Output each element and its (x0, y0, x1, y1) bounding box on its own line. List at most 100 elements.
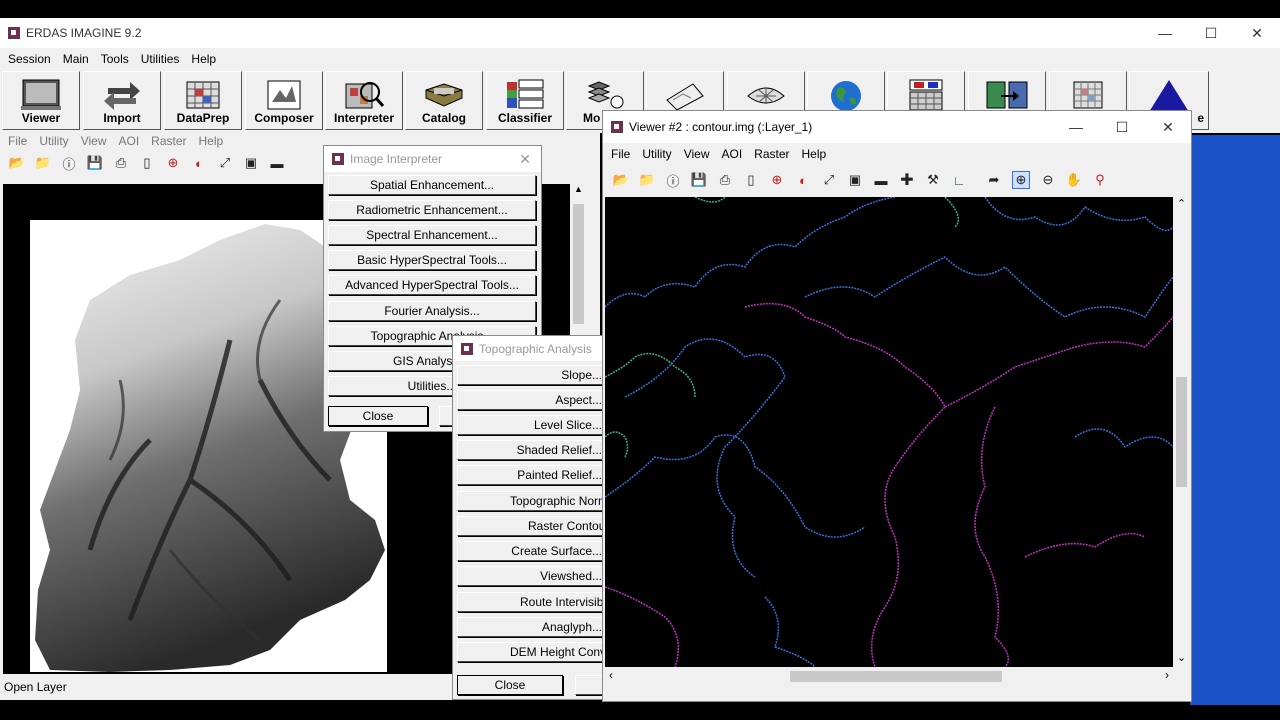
pan-hand-icon[interactable]: ✋ (1066, 172, 1082, 188)
image-interpreter-close-icon[interactable]: ✕ (519, 151, 531, 168)
save-icon[interactable]: 💾 (691, 172, 707, 188)
measure-icon[interactable]: ▬ (269, 155, 285, 171)
info-icon[interactable]: ⓘ (665, 172, 681, 189)
catalog-button[interactable]: Catalog (405, 71, 483, 130)
basic-hyperspectral-button[interactable]: Basic HyperSpectral Tools... (328, 250, 536, 270)
scroll-up-icon[interactable]: ⌃ (1173, 197, 1190, 213)
contour-line-blue-7 (764, 596, 816, 667)
viewer1-menu-aoi[interactable]: AOI (112, 134, 145, 148)
viewer1-menu-file[interactable]: File (2, 134, 33, 148)
viewer1-menu-utility[interactable]: Utility (33, 134, 74, 148)
hammer-icon[interactable]: ⚒ (925, 172, 941, 188)
raster-contour-button[interactable]: Raster Contour... (457, 516, 607, 536)
magnifier-icon[interactable]: ⚲ (1092, 172, 1108, 188)
image-interpreter-close-button[interactable]: Close (328, 406, 428, 426)
composer-button[interactable]: Composer (245, 71, 323, 130)
viewer2-canvas[interactable] (605, 197, 1173, 667)
zoom-in-arrows-icon[interactable]: ⤢ (217, 155, 233, 171)
crosshair-circle-icon[interactable]: ⊕ (165, 155, 181, 171)
viewer2-vscroll-thumb[interactable] (1176, 377, 1187, 487)
viewer2-menu-file[interactable]: File (605, 147, 636, 161)
viewer2-close-icon[interactable]: ✕ (1145, 111, 1191, 143)
viewer2-menu-view[interactable]: View (678, 147, 716, 161)
interpreter-icon (345, 82, 385, 109)
zoom-in-arrows-icon[interactable]: ⤢ (821, 172, 837, 188)
fit-window-icon[interactable]: ▣ (243, 155, 259, 171)
info-icon[interactable]: ⓘ (61, 155, 77, 172)
viewer-button[interactable]: Viewer (2, 71, 80, 130)
zoom-in-icon[interactable]: ⊕ (1012, 171, 1030, 189)
painted-relief-button[interactable]: Painted Relief... (457, 465, 607, 485)
print-icon[interactable]: ⎙ (717, 172, 733, 188)
spatial-enhancement-button[interactable]: Spatial Enhancement... (328, 175, 536, 195)
open-catalog-icon[interactable]: 📁 (639, 172, 655, 188)
topographic-analysis-app-icon (461, 342, 473, 355)
menu-utilities[interactable]: Utilities (135, 52, 186, 66)
viewer2-menu-utility[interactable]: Utility (636, 147, 677, 161)
topographic-normalize-button[interactable]: Topographic Normalize... (457, 491, 607, 511)
menu-tools[interactable]: Tools (95, 52, 135, 66)
topographic-analysis-close-button[interactable]: Close (457, 675, 563, 695)
select-arrow-icon[interactable]: ➦ (986, 172, 1002, 188)
viewer2-titlebar[interactable]: Viewer #2 : contour.img (:Layer_1) — ☐ ✕ (603, 111, 1191, 143)
fit-window-icon[interactable]: ▣ (847, 172, 863, 188)
scroll-up-icon[interactable]: ▲ (570, 184, 587, 200)
paint-icon[interactable]: ◐ (795, 172, 811, 188)
print-icon[interactable]: ⎙ (113, 155, 129, 171)
fourier-analysis-button[interactable]: Fourier Analysis... (328, 301, 536, 321)
maximize-icon[interactable]: ☐ (1188, 18, 1234, 48)
minimize-icon[interactable]: — (1142, 18, 1188, 48)
zoom-out-icon[interactable]: ⊖ (1040, 172, 1056, 188)
interpreter-button[interactable]: Interpreter (325, 71, 403, 130)
close-icon[interactable]: ✕ (1234, 18, 1280, 48)
paint-icon[interactable]: ◐ (191, 155, 207, 171)
profile-icon[interactable]: ∟ (951, 172, 967, 188)
radiometric-enhancement-button[interactable]: Radiometric Enhancement... (328, 200, 536, 220)
menu-main[interactable]: Main (57, 52, 95, 66)
import-button[interactable]: Import (83, 71, 161, 130)
open-folder-icon[interactable]: 📂 (613, 172, 629, 188)
menu-session[interactable]: Session (2, 52, 57, 66)
dataprep-button[interactable]: DataPrep (164, 71, 242, 130)
scroll-left-icon[interactable]: ‹ (609, 668, 613, 682)
viewer2-toolbar: 📂 📁 ⓘ 💾 ⎙ ▯ ⊕ ◐ ⤢ ▣ ▬ ✚ ⚒ ∟ ➦ ⊕ ⊖ ✋ ⚲ (603, 165, 1191, 195)
measure-icon[interactable]: ▬ (873, 172, 889, 188)
image-interpreter-titlebar[interactable]: Image Interpreter ✕ (324, 146, 541, 172)
open-folder-icon[interactable]: 📂 (9, 155, 25, 171)
main-titlebar[interactable]: ERDAS IMAGINE 9.2 — ☐ ✕ (0, 18, 1280, 48)
viewer2-menu-aoi[interactable]: AOI (715, 147, 748, 161)
viewshed-button[interactable]: Viewshed... (457, 566, 607, 586)
viewer2-vertical-scrollbar[interactable]: ⌃ ⌄ (1173, 197, 1190, 667)
viewer1-menu-help[interactable]: Help (193, 134, 230, 148)
viewer2-menu-raster[interactable]: Raster (748, 147, 795, 161)
topographic-analysis-titlebar[interactable]: Topographic Analysis (453, 336, 606, 361)
viewer1-scroll-thumb[interactable] (573, 204, 584, 324)
level-slice-button[interactable]: Level Slice... (457, 415, 607, 435)
crosshair-circle-icon[interactable]: ⊕ (769, 172, 785, 188)
scroll-right-icon[interactable]: › (1165, 668, 1169, 682)
dem-height-converter-button[interactable]: DEM Height Converter... (457, 642, 607, 662)
create-surface-button[interactable]: Create Surface... (457, 541, 607, 561)
viewer2-horizontal-scrollbar[interactable]: ‹ › (605, 667, 1173, 685)
advanced-hyperspectral-button[interactable]: Advanced HyperSpectral Tools... (328, 275, 536, 295)
crosshair-icon[interactable]: ✚ (899, 172, 915, 189)
anaglyph-button[interactable]: Anaglyph... (457, 617, 607, 637)
open-catalog-icon[interactable]: 📁 (35, 155, 51, 171)
viewer2-menu-help[interactable]: Help (796, 147, 833, 161)
viewer2-maximize-icon[interactable]: ☐ (1099, 111, 1145, 143)
slope-button[interactable]: Slope... (457, 365, 607, 385)
classifier-button[interactable]: Classifier (486, 71, 564, 130)
aspect-button[interactable]: Aspect... (457, 390, 607, 410)
route-intervisibility-button[interactable]: Route Intervisibility... (457, 592, 607, 612)
viewer2-minimize-icon[interactable]: — (1053, 111, 1099, 143)
viewer1-menu-raster[interactable]: Raster (145, 134, 192, 148)
viewer1-menu-view[interactable]: View (75, 134, 113, 148)
eraser-icon[interactable]: ▯ (743, 172, 759, 188)
eraser-icon[interactable]: ▯ (139, 155, 155, 171)
spectral-enhancement-button[interactable]: Spectral Enhancement... (328, 225, 536, 245)
save-icon[interactable]: 💾 (87, 155, 103, 171)
shaded-relief-button[interactable]: Shaded Relief... (457, 440, 607, 460)
viewer2-hscroll-thumb[interactable] (790, 671, 1002, 682)
menu-help[interactable]: Help (185, 52, 222, 66)
scroll-down-icon[interactable]: ⌄ (1173, 651, 1190, 667)
